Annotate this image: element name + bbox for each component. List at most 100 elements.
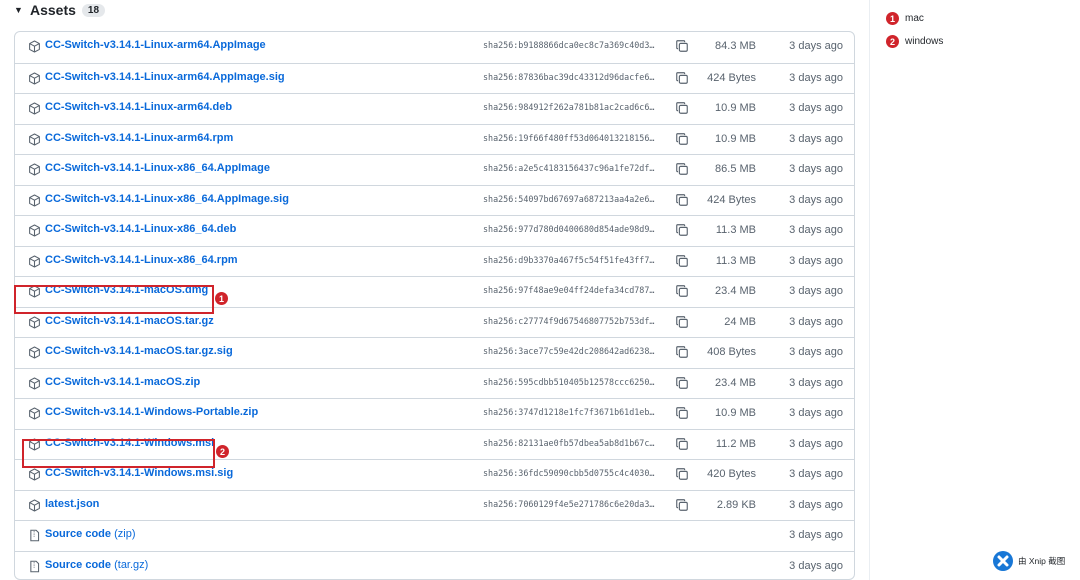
asset-size: 23.4 MB — [715, 376, 756, 389]
asset-date: 3 days ago — [789, 254, 843, 267]
asset-size: 11.2 MB — [715, 437, 756, 450]
marker-1: 1 — [215, 292, 228, 305]
package-icon — [28, 407, 41, 420]
asset-sha256: sha256:595cdbb510405b12578ccc6250… — [483, 376, 655, 387]
asset-sha256: sha256:984912f262a781b81ac2cad6c6… — [483, 102, 655, 112]
asset-sha256: sha256:b9188866dca0ec8c7a369c40d3… — [483, 40, 655, 50]
asset-download-link[interactable]: CC-Switch-v3.14.1-Linux-x86_64.AppImage — [45, 162, 270, 174]
asset-date: 3 days ago — [789, 407, 843, 419]
asset-row: CC-Switch-v3.14.1-macOS.tar.gz.sig sha256… — [15, 337, 854, 366]
asset-size: 23.4 MB — [715, 285, 756, 297]
package-icon — [28, 71, 41, 85]
assets-count-badge: 18 — [81, 3, 106, 17]
asset-size: 10.9 MB — [715, 407, 756, 419]
asset-size: 10.9 MB — [715, 132, 756, 145]
assets-header[interactable]: ▼ Assets 18 — [14, 0, 106, 20]
assets-title: Assets — [30, 2, 76, 18]
xnip-watermark: 由 Xnip 截图 — [993, 551, 1065, 571]
asset-date: 3 days ago — [789, 163, 843, 175]
file-zip-icon — [28, 529, 41, 542]
package-icon — [28, 40, 41, 53]
asset-download-link[interactable]: CC-Switch-v3.14.1-Windows.msi.sig — [45, 467, 233, 479]
asset-sha256: sha256:7060129f4e5e271786c6e20da3… — [483, 498, 655, 509]
asset-row: CC-Switch-v3.14.1-Linux-x86_64.AppImage s… — [15, 154, 854, 183]
asset-size: 420 Bytes — [707, 468, 756, 480]
asset-sha256: sha256:87836bac39dc43312d96dacfe6… — [483, 71, 655, 82]
asset-download-link[interactable]: CC-Switch-v3.14.1-Linux-x86_64.rpm — [45, 254, 238, 266]
asset-size: 86.5 MB — [715, 163, 756, 175]
package-icon — [28, 224, 41, 237]
source-code-link[interactable]: Source code (tar.gz) — [45, 559, 148, 571]
asset-date: 3 days ago — [789, 315, 843, 328]
asset-sha256: sha256:3747d1218e1fc7f3671b61d1eb… — [483, 407, 655, 417]
source-code-type: (tar.gz) — [114, 558, 149, 571]
asset-size: 11.3 MB — [715, 254, 756, 267]
package-icon — [28, 468, 41, 481]
source-code-row: Source code (tar.gz) 3 days ago — [15, 550, 854, 580]
asset-row: CC-Switch-v3.14.1-Linux-x86_64.AppImage.… — [15, 184, 854, 214]
asset-row: latest.json sha256:7060129f4e5e271786c6e2… — [15, 489, 854, 519]
legend-item-mac: 1 mac — [886, 12, 943, 25]
package-icon — [28, 346, 41, 359]
source-code-type: (zip) — [114, 528, 136, 540]
annotation-legend: 1 mac 2 windows — [886, 12, 943, 58]
legend-marker-1: 1 — [886, 12, 899, 25]
asset-download-link[interactable]: CC-Switch-v3.14.1-Linux-arm64.AppImage — [45, 39, 266, 51]
asset-download-link[interactable]: CC-Switch-v3.14.1-Linux-arm64.AppImage.s… — [45, 71, 285, 83]
asset-sha256: sha256:36fdc59090cbb5d0755c4c4030… — [483, 468, 655, 478]
package-icon — [28, 163, 41, 176]
asset-sha256: sha256:97f48ae9e04ff24defa34cd787… — [483, 285, 655, 295]
asset-sha256: sha256:a2e5c4183156437c96a1fe72df… — [483, 163, 655, 173]
source-code-label: Source code — [45, 528, 112, 540]
asset-size: 10.9 MB — [715, 102, 756, 114]
asset-download-link[interactable]: CC-Switch-v3.14.1-macOS.tar.gz — [45, 315, 214, 327]
asset-size: 2.89 KB — [716, 498, 756, 511]
asset-size: 408 Bytes — [707, 346, 756, 358]
asset-date: 3 days ago — [789, 40, 843, 52]
package-icon — [28, 498, 41, 512]
asset-date: 3 days ago — [789, 346, 843, 358]
asset-download-link[interactable]: latest.json — [45, 498, 99, 510]
asset-row: CC-Switch-v3.14.1-macOS.zip sha256:595cdb… — [15, 367, 854, 397]
legend-marker-2: 2 — [886, 35, 899, 48]
asset-sha256: sha256:977d780d0400680d854ade98d9… — [483, 224, 655, 234]
asset-date: 3 days ago — [789, 285, 843, 297]
asset-size: 424 Bytes — [707, 193, 756, 206]
asset-date: 3 days ago — [789, 498, 843, 511]
asset-date: 3 days ago — [789, 102, 843, 114]
asset-row: CC-Switch-v3.14.1-Linux-arm64.rpm sha256:… — [15, 123, 854, 153]
asset-row: CC-Switch-v3.14.1-Linux-arm64.AppImage.s… — [15, 62, 854, 92]
asset-row: CC-Switch-v3.14.1-Linux-x86_64.rpm sha256… — [15, 245, 854, 275]
asset-sha256: sha256:19f66f480ff53d064013218156… — [483, 132, 655, 143]
legend-label-mac: mac — [905, 13, 924, 24]
asset-sha256: sha256:82131ae0fb57dbea5ab8d1b67c… — [483, 437, 655, 448]
asset-size: 24 MB — [724, 315, 756, 328]
sidebar-divider — [869, 0, 870, 580]
package-icon — [28, 132, 41, 146]
package-icon — [28, 102, 41, 115]
caret-down-icon[interactable]: ▼ — [14, 5, 24, 15]
asset-download-link[interactable]: CC-Switch-v3.14.1-macOS.zip — [45, 376, 200, 388]
asset-download-link[interactable]: CC-Switch-v3.14.1-Linux-arm64.rpm — [45, 132, 233, 144]
xnip-watermark-text: 由 Xnip 截图 — [1018, 556, 1066, 566]
asset-row: CC-Switch-v3.14.1-Linux-x86_64.deb sha256… — [15, 215, 854, 244]
file-zip-icon — [28, 560, 41, 573]
xnip-logo-icon — [993, 551, 1013, 571]
source-code-row: Source code (zip) 3 days ago — [15, 520, 854, 549]
highlight-box-windows — [22, 439, 215, 468]
asset-date: 3 days ago — [789, 468, 843, 480]
asset-size: 424 Bytes — [707, 71, 756, 84]
asset-date: 3 days ago — [789, 529, 843, 541]
asset-download-link[interactable]: CC-Switch-v3.14.1-Windows-Portable.zip — [45, 406, 258, 418]
asset-size: 84.3 MB — [715, 40, 756, 52]
asset-download-link[interactable]: CC-Switch-v3.14.1-macOS.tar.gz.sig — [45, 345, 233, 357]
highlight-box-mac — [14, 285, 214, 314]
legend-label-windows: windows — [905, 36, 944, 47]
source-code-link[interactable]: Source code (zip) — [45, 528, 135, 540]
marker-2: 2 — [216, 445, 229, 458]
asset-download-link[interactable]: CC-Switch-v3.14.1-Linux-x86_64.deb — [45, 223, 236, 235]
asset-download-link[interactable]: CC-Switch-v3.14.1-Linux-arm64.deb — [45, 101, 232, 113]
asset-download-link[interactable]: CC-Switch-v3.14.1-Linux-x86_64.AppImage.… — [45, 193, 289, 205]
package-icon — [28, 315, 41, 329]
asset-sha256: sha256:54097bd67697a687213aa4a2e6… — [483, 193, 655, 204]
